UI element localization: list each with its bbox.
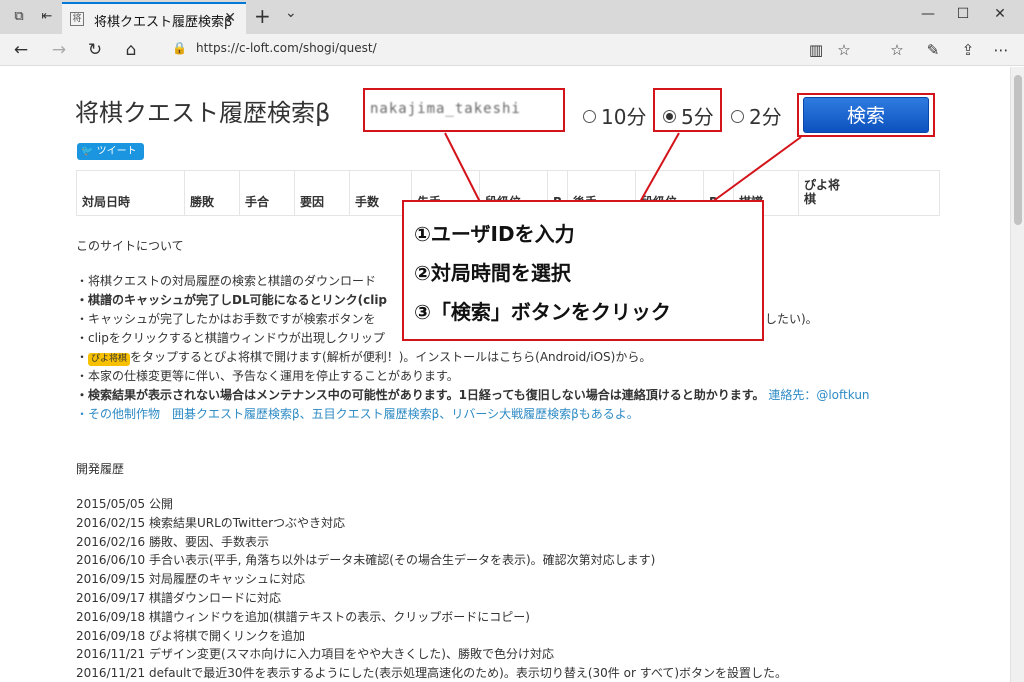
history-item: 2015/05/05 公開 bbox=[76, 497, 173, 511]
radio-10min-label: 10分 bbox=[601, 105, 647, 129]
navigation-bar: ← → ↻ ⌂ 🔒 https://c-loft.com/shogi/quest… bbox=[0, 34, 1024, 66]
table-header-cell: ぴよ将棋 bbox=[804, 178, 841, 206]
history-item: 2016/09/15 対局履歴のキャッシュに対応 bbox=[76, 572, 305, 587]
radio-circle-icon bbox=[731, 110, 744, 123]
about-line-5-text: をタップするとぴよ将棋で開けます(解析が便利！)。インストールはこちら(Andr… bbox=[130, 350, 652, 364]
contact-link[interactable]: 連絡先：@loftkun bbox=[768, 388, 869, 402]
scrollbar-thumb[interactable] bbox=[1014, 75, 1022, 225]
favorite-icon[interactable]: ☆ bbox=[833, 39, 855, 61]
step-1: ①ユーザIDを入力 bbox=[414, 222, 575, 246]
table-header-cell: 要因 bbox=[295, 171, 350, 215]
history-item: 2016/02/16 勝敗、要因、手数表示 bbox=[76, 534, 269, 549]
share-icon[interactable]: ⇪ bbox=[957, 39, 979, 61]
history-item: 2016/11/21 defaultで最近30件を表示するようにした(表示処理高… bbox=[76, 666, 788, 681]
radio-circle-icon bbox=[583, 110, 596, 123]
more-icon[interactable]: ⋯ bbox=[990, 39, 1012, 61]
web-page: 将棋クエスト履歴検索β 10分 5分 2分 検索 🐦 ツイート 対局日時勝敗手合… bbox=[0, 67, 1010, 682]
tab-title: 将棋クエスト履歴検索β bbox=[94, 15, 233, 30]
close-window-icon[interactable]: ✕ bbox=[990, 6, 1010, 22]
maximize-icon[interactable]: ☐ bbox=[953, 6, 973, 22]
twitter-bird-icon: 🐦 bbox=[81, 146, 97, 157]
page-title: 将棋クエスト履歴検索β bbox=[75, 99, 331, 127]
history-item: 2016/09/18 ぴよ将棋で開くリンクを追加 bbox=[76, 628, 305, 643]
table-header-cell: 手合 bbox=[240, 171, 295, 215]
tab-bar: ⧉ ⇤ 将 将棋クエスト履歴検索β ✕ + ⌄ — ☐ ✕ bbox=[0, 0, 1024, 34]
about-line-2: ・棋譜のキャッシュが完了しDL可能になるとリンク(clip bbox=[76, 293, 388, 307]
maintenance-notice: ・検索結果が表示されない場合はメンテナンス中の可能性があります。1日経っても復旧… bbox=[76, 388, 765, 402]
home-icon[interactable]: ⌂ bbox=[120, 39, 142, 61]
reading-view-icon[interactable]: ▥ bbox=[805, 39, 827, 61]
history-item: 2016/09/17 棋譜ダウンロードに対応 bbox=[76, 591, 281, 605]
step-3: ③「検索」ボタンをクリック bbox=[414, 300, 671, 324]
forward-icon[interactable]: → bbox=[48, 39, 70, 61]
table-header-cell: 勝敗 bbox=[185, 171, 240, 215]
history-item: 2016/06/10 手合い表示(平手, 角落ち以外はデータ未確認(その場合生デ… bbox=[76, 553, 656, 568]
step-2: ②対局時間を選択 bbox=[414, 261, 571, 285]
about-line-3-tail: したい)。 bbox=[765, 312, 818, 326]
highlight-search-button bbox=[797, 93, 935, 137]
history-item: 2016/02/15 検索結果URLのTwitterつぶやき対応 bbox=[76, 515, 346, 530]
table-header-cell: 対局日時 bbox=[77, 171, 185, 215]
browser-tab[interactable]: 将 将棋クエスト履歴検索β ✕ bbox=[62, 2, 246, 34]
instruction-callout: ①ユーザIDを入力 ②対局時間を選択 ③「検索」ボタンをクリック bbox=[402, 200, 764, 341]
highlight-5min-radio bbox=[653, 88, 722, 132]
pen-icon[interactable]: ✎ bbox=[922, 39, 944, 61]
about-line-4: ・clipをクリックすると棋譜ウィンドウが出現しクリップ bbox=[76, 331, 385, 345]
radio-10min[interactable]: 10分 bbox=[583, 101, 646, 130]
lock-icon: 🔒 bbox=[172, 41, 187, 55]
back-icon[interactable]: ← bbox=[10, 39, 32, 61]
tab-aside-icon[interactable]: ⇤ bbox=[38, 8, 56, 26]
favorites-list-icon[interactable]: ☆ bbox=[886, 39, 908, 61]
about-line-7: ・検索結果が表示されない場合はメンテナンス中の可能性があります。1日経っても復旧… bbox=[76, 386, 870, 403]
site-favicon-icon: 将 bbox=[70, 12, 84, 26]
about-heading: このサイトについて bbox=[76, 239, 184, 253]
chevron-down-icon[interactable]: ⌄ bbox=[285, 5, 297, 21]
piyo-shogi-badge[interactable]: ぴよ将棋 bbox=[88, 353, 131, 366]
refresh-icon[interactable]: ↻ bbox=[84, 39, 106, 61]
radio-2min[interactable]: 2分 bbox=[731, 101, 782, 130]
minimize-icon[interactable]: — bbox=[918, 6, 938, 22]
tweet-label: ツイート bbox=[96, 146, 137, 157]
address-bar[interactable]: https://c-loft.com/shogi/quest/ bbox=[196, 41, 377, 55]
close-icon[interactable]: ✕ bbox=[224, 10, 236, 26]
about-line-5: ・ぴよ将棋 をタップするとぴよ将棋で開けます(解析が便利！)。インストールはこちら… bbox=[76, 350, 652, 366]
other-works-link[interactable]: ・その他制作物 囲碁クエスト履歴検索β、五目クエスト履歴検索β、リバーシ大戦履歴… bbox=[76, 405, 639, 422]
vertical-scrollbar[interactable] bbox=[1010, 67, 1024, 682]
history-heading: 開発履歴 bbox=[76, 462, 125, 476]
history-item: 2016/09/18 棋譜ウィンドウを追加(棋譜テキストの表示、クリップボードに… bbox=[76, 609, 530, 624]
plus-icon[interactable]: + bbox=[254, 4, 271, 28]
highlight-user-input bbox=[363, 88, 565, 132]
about-line-1: ・将棋クエストの対局履歴の検索と棋譜のダウンロード bbox=[76, 274, 377, 288]
radio-2min-label: 2分 bbox=[749, 105, 782, 129]
tab-preview-icon[interactable]: ⧉ bbox=[10, 8, 28, 26]
about-line-3: ・キャッシュが完了したかはお手数ですが検索ボタンを bbox=[76, 312, 376, 326]
about-line-6: ・本家の仕様変更等に伴い、予告なく運用を停止することがあります。 bbox=[76, 369, 459, 383]
history-item: 2016/11/21 デザイン変更(スマホ向けに入力項目をやや大きくした)、勝敗… bbox=[76, 647, 554, 662]
tweet-button[interactable]: 🐦 ツイート bbox=[77, 143, 144, 160]
